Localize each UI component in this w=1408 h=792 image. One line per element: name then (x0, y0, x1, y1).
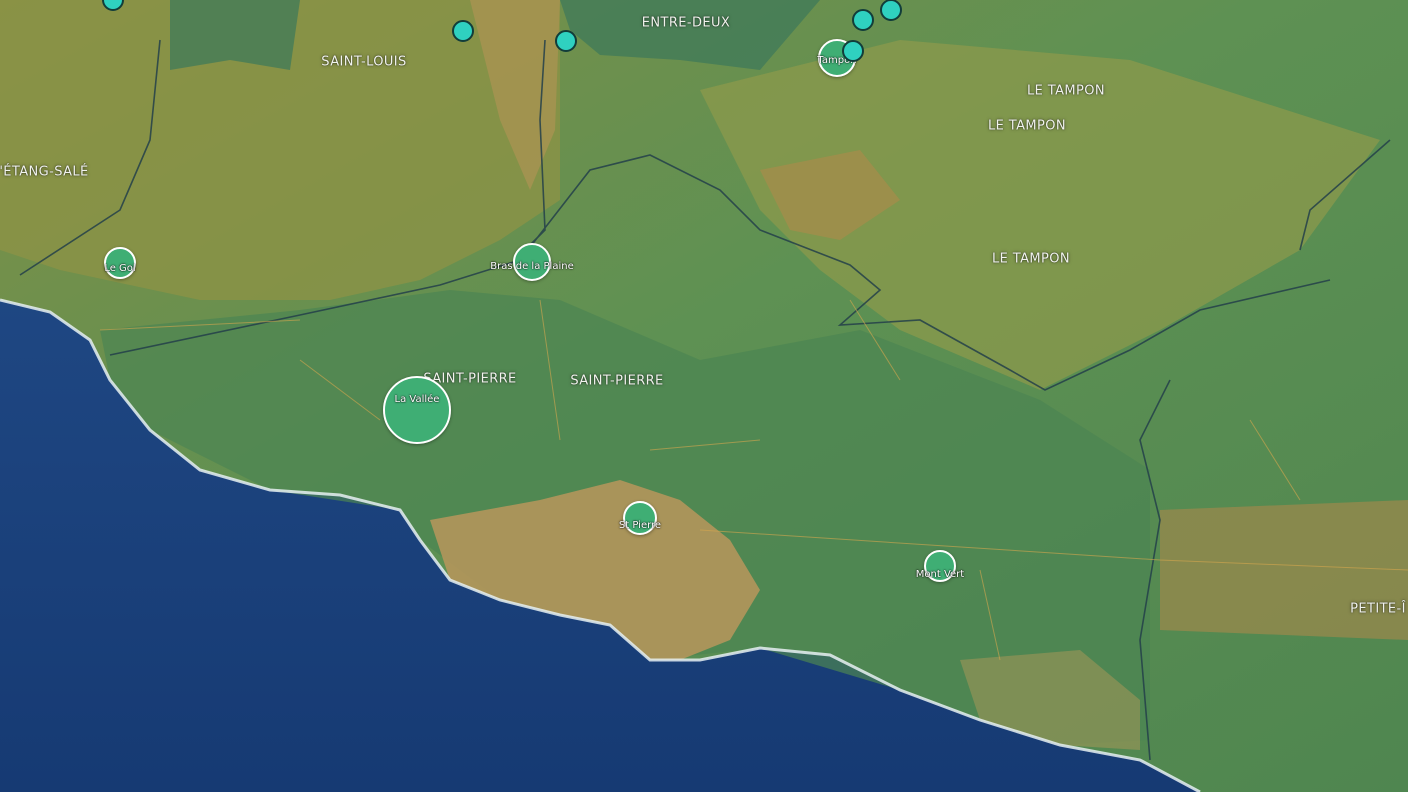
station-point[interactable] (852, 9, 874, 31)
commune-label-le-tampon: LE TAMPON (1026, 83, 1106, 99)
marker-bras-de-la-plaine[interactable]: Bras de la Plaine (490, 243, 574, 281)
marker-mont-vert[interactable]: Mont Vert (916, 550, 964, 582)
map-base-layer (0, 0, 1408, 792)
commune-label-saint-pierre: SAINT-PIERRE (570, 373, 664, 389)
map-view[interactable]: SAINT-LOUIS ENTRE-DEUX 'ÉTANG-SALÉ LE TA… (0, 0, 1408, 792)
marker-label: Bras de la Plaine (490, 261, 574, 272)
cluster-circle (383, 376, 451, 444)
station-point[interactable] (842, 40, 864, 62)
station-point[interactable] (452, 20, 474, 42)
station-point[interactable] (880, 0, 902, 21)
marker-la-vallee[interactable]: La Vallée (383, 376, 451, 444)
commune-label-entre-deux: ENTRE-DEUX (641, 15, 731, 31)
commune-label-etang-sale: 'ÉTANG-SALÉ (0, 164, 89, 180)
marker-label: St Pierre (618, 520, 662, 531)
commune-label-le-tampon: LE TAMPON (987, 118, 1067, 134)
commune-label-petite-ile: PETITE-Î (1350, 601, 1406, 617)
marker-label: La Vallée (394, 394, 440, 405)
marker-label: Mont Vert (915, 569, 965, 580)
marker-le-gol[interactable]: Le Gol (104, 247, 136, 279)
commune-label-saint-louis: SAINT-LOUIS (321, 54, 407, 70)
commune-label-le-tampon: LE TAMPON (991, 251, 1071, 267)
station-point[interactable] (555, 30, 577, 52)
marker-label: Le Gol (104, 263, 136, 274)
marker-st-pierre[interactable]: St Pierre (619, 501, 661, 535)
